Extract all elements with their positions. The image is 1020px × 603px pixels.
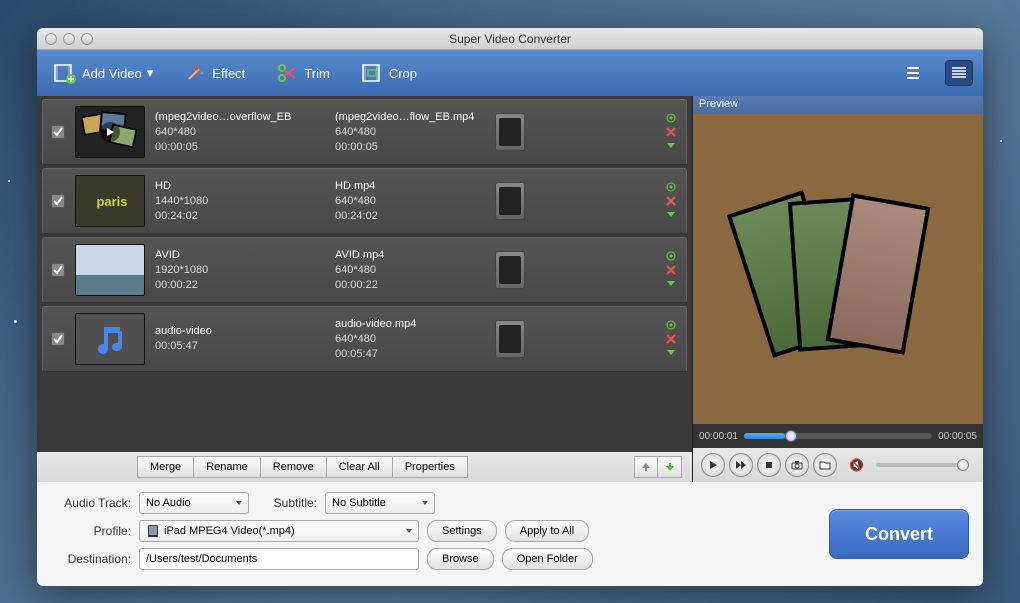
row-delete-icon[interactable] [664, 264, 678, 276]
profile-select[interactable]: iPad MPEG4 Video(*.mp4) [139, 520, 419, 542]
device-icon[interactable] [495, 320, 525, 358]
film-crop-icon [360, 61, 384, 85]
row-delete-icon[interactable] [664, 333, 678, 345]
film-add-icon [53, 61, 77, 85]
zoom-traffic-light[interactable] [81, 33, 93, 45]
toolbar: Add Video ▾ Effect Trim Crop [37, 50, 983, 96]
thumbnail-view-button[interactable] [945, 60, 973, 86]
open-folder-button[interactable]: Open Folder [502, 548, 593, 570]
properties-button[interactable]: Properties [393, 456, 468, 478]
move-up-button[interactable] [634, 456, 658, 478]
remove-button[interactable]: Remove [261, 456, 327, 478]
add-video-label: Add Video [82, 66, 142, 81]
convert-button[interactable]: Convert [829, 509, 969, 559]
clear-all-button[interactable]: Clear All [327, 456, 393, 478]
subtitle-select[interactable]: No Subtitle [325, 492, 435, 514]
video-row[interactable]: paris HD 1440*1080 00:24:02 HD.mp4 640*4… [42, 168, 687, 234]
player-controls: 🔇 [693, 448, 983, 482]
video-thumbnail [75, 313, 145, 365]
settings-panel: Audio Track: No Audio Subtitle: No Subti… [37, 482, 983, 586]
minimize-traffic-light[interactable] [63, 33, 75, 45]
timeline-scrubber[interactable] [744, 433, 932, 439]
apply-to-all-button[interactable]: Apply to All [505, 520, 589, 542]
row-checkbox[interactable] [51, 332, 65, 346]
play-overlay-icon [100, 122, 120, 142]
output-info: audio-video.mp4 640*480 00:05:47 [335, 317, 485, 362]
destination-field[interactable]: /Users/test/Documents [139, 548, 419, 570]
fast-forward-button[interactable] [729, 453, 753, 477]
time-total: 00:00:05 [938, 431, 977, 442]
crop-label: Crop [389, 66, 417, 81]
crop-button[interactable]: Crop [354, 57, 423, 89]
preview-label: Preview [693, 96, 983, 114]
settings-button[interactable]: Settings [427, 520, 497, 542]
titlebar: Super Video Converter [37, 28, 983, 50]
stop-button[interactable] [757, 453, 781, 477]
video-row[interactable]: (mpeg2video…overflow_EB 640*480 00:00:05… [42, 99, 687, 165]
video-thumbnail: paris [75, 175, 145, 227]
snapshot-button[interactable] [785, 453, 809, 477]
move-down-button[interactable] [658, 456, 682, 478]
output-info: HD.mp4 640*480 00:24:02 [335, 179, 485, 224]
audio-track-select[interactable]: No Audio [139, 492, 249, 514]
volume-icon: 🔇 [849, 458, 864, 472]
device-icon[interactable] [495, 182, 525, 220]
action-bar: Merge Rename Remove Clear All Properties [37, 452, 692, 482]
add-video-button[interactable]: Add Video ▾ [47, 57, 159, 89]
row-down-icon[interactable] [664, 140, 678, 152]
video-list: (mpeg2video…overflow_EB 640*480 00:00:05… [37, 96, 693, 482]
effect-label: Effect [212, 66, 245, 81]
source-info: HD 1440*1080 00:24:02 [155, 179, 325, 224]
trim-label: Trim [304, 66, 330, 81]
row-down-icon[interactable] [664, 347, 678, 359]
row-checkbox[interactable] [51, 263, 65, 277]
effect-button[interactable]: Effect [177, 57, 251, 89]
device-icon[interactable] [495, 251, 525, 289]
row-settings-icon[interactable] [664, 181, 678, 193]
close-traffic-light[interactable] [45, 33, 57, 45]
row-settings-icon[interactable] [664, 319, 678, 331]
video-thumbnail [75, 244, 145, 296]
scissors-icon [275, 61, 299, 85]
preview-viewport [693, 114, 983, 424]
row-settings-icon[interactable] [664, 112, 678, 124]
row-down-icon[interactable] [664, 209, 678, 221]
app-window: Super Video Converter Add Video ▾ Effect… [37, 28, 983, 586]
browse-button[interactable]: Browse [427, 548, 494, 570]
destination-label: Destination: [51, 552, 131, 566]
device-icon[interactable] [495, 113, 525, 151]
row-delete-icon[interactable] [664, 195, 678, 207]
wand-icon [183, 61, 207, 85]
preview-panel: Preview 00:00:01 00:00:05 🔇 [693, 96, 983, 482]
video-row[interactable]: audio-video 00:05:47 audio-video.mp4 640… [42, 306, 687, 372]
dropdown-icon: ▾ [147, 65, 154, 81]
source-info: (mpeg2video…overflow_EB 640*480 00:00:05 [155, 110, 325, 155]
ipad-icon [146, 524, 160, 538]
play-button[interactable] [701, 453, 725, 477]
merge-button[interactable]: Merge [137, 456, 194, 478]
window-title: Super Video Converter [37, 32, 983, 46]
source-info: audio-video 00:05:47 [155, 324, 325, 354]
row-down-icon[interactable] [664, 278, 678, 290]
row-checkbox[interactable] [51, 194, 65, 208]
volume-slider[interactable] [876, 463, 969, 467]
video-row[interactable]: AVID 1920*1080 00:00:22 AVID.mp4 640*480… [42, 237, 687, 303]
open-folder-button[interactable] [813, 453, 837, 477]
output-info: AVID.mp4 640*480 00:00:22 [335, 248, 485, 293]
trim-button[interactable]: Trim [269, 57, 336, 89]
time-current: 00:00:01 [699, 431, 738, 442]
list-view-button[interactable] [899, 60, 927, 86]
row-delete-icon[interactable] [664, 126, 678, 138]
subtitle-label: Subtitle: [257, 496, 317, 510]
music-note-icon [90, 319, 130, 359]
source-info: AVID 1920*1080 00:00:22 [155, 248, 325, 293]
audio-track-label: Audio Track: [51, 496, 131, 510]
output-info: (mpeg2video…flow_EB.mp4 640*480 00:00:05 [335, 110, 485, 155]
row-settings-icon[interactable] [664, 250, 678, 262]
profile-label: Profile: [51, 524, 131, 538]
row-checkbox[interactable] [51, 125, 65, 139]
rename-button[interactable]: Rename [194, 456, 261, 478]
video-thumbnail [75, 106, 145, 158]
timeline: 00:00:01 00:00:05 [693, 424, 983, 448]
